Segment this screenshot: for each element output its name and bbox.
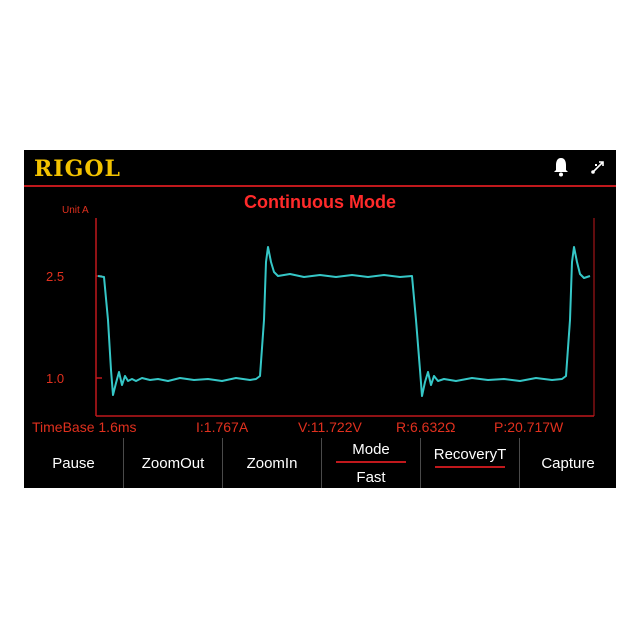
pause-label: Pause <box>52 454 95 472</box>
mode-label: Mode <box>352 440 390 458</box>
power-readout: P:20.717W <box>494 419 564 435</box>
y-tick-2-5: 2.5 <box>46 269 64 284</box>
oscilloscope-screen: RIGOL Continuous Mode Unit A 2.5 1.0 Tim… <box>24 150 616 488</box>
zoom-in-label: ZoomIn <box>246 454 298 472</box>
zoom-out-label: ZoomOut <box>141 454 205 472</box>
timebase-readout: TimeBase 1.6ms <box>32 419 137 435</box>
recovery-time-button[interactable]: RecoveryT <box>420 438 519 488</box>
status-bar: TimeBase 1.6ms I:1.767A V:11.722V R:6.63… <box>24 416 616 440</box>
waveform-trace <box>97 246 591 397</box>
mode-button[interactable]: Mode Fast <box>321 438 420 488</box>
softkey-bar: Pause ZoomOut ZoomIn Mode Fast RecoveryT… <box>24 438 616 488</box>
recovery-time-underline <box>435 466 505 468</box>
capture-button[interactable]: Capture <box>519 438 616 488</box>
resistance-readout: R:6.632Ω <box>396 419 456 435</box>
zoom-in-button[interactable]: ZoomIn <box>222 438 321 488</box>
capture-label: Capture <box>541 454 595 472</box>
pause-button[interactable]: Pause <box>24 438 123 488</box>
recovery-time-label: RecoveryT <box>433 446 507 463</box>
zoom-out-button[interactable]: ZoomOut <box>123 438 222 488</box>
unit-label: Unit A <box>62 205 89 216</box>
voltage-readout: V:11.722V <box>298 419 362 435</box>
y-tick-1-0: 1.0 <box>46 371 64 386</box>
current-readout: I:1.767A <box>196 419 249 435</box>
mode-value: Fast <box>356 468 386 486</box>
mode-underline <box>336 460 406 463</box>
